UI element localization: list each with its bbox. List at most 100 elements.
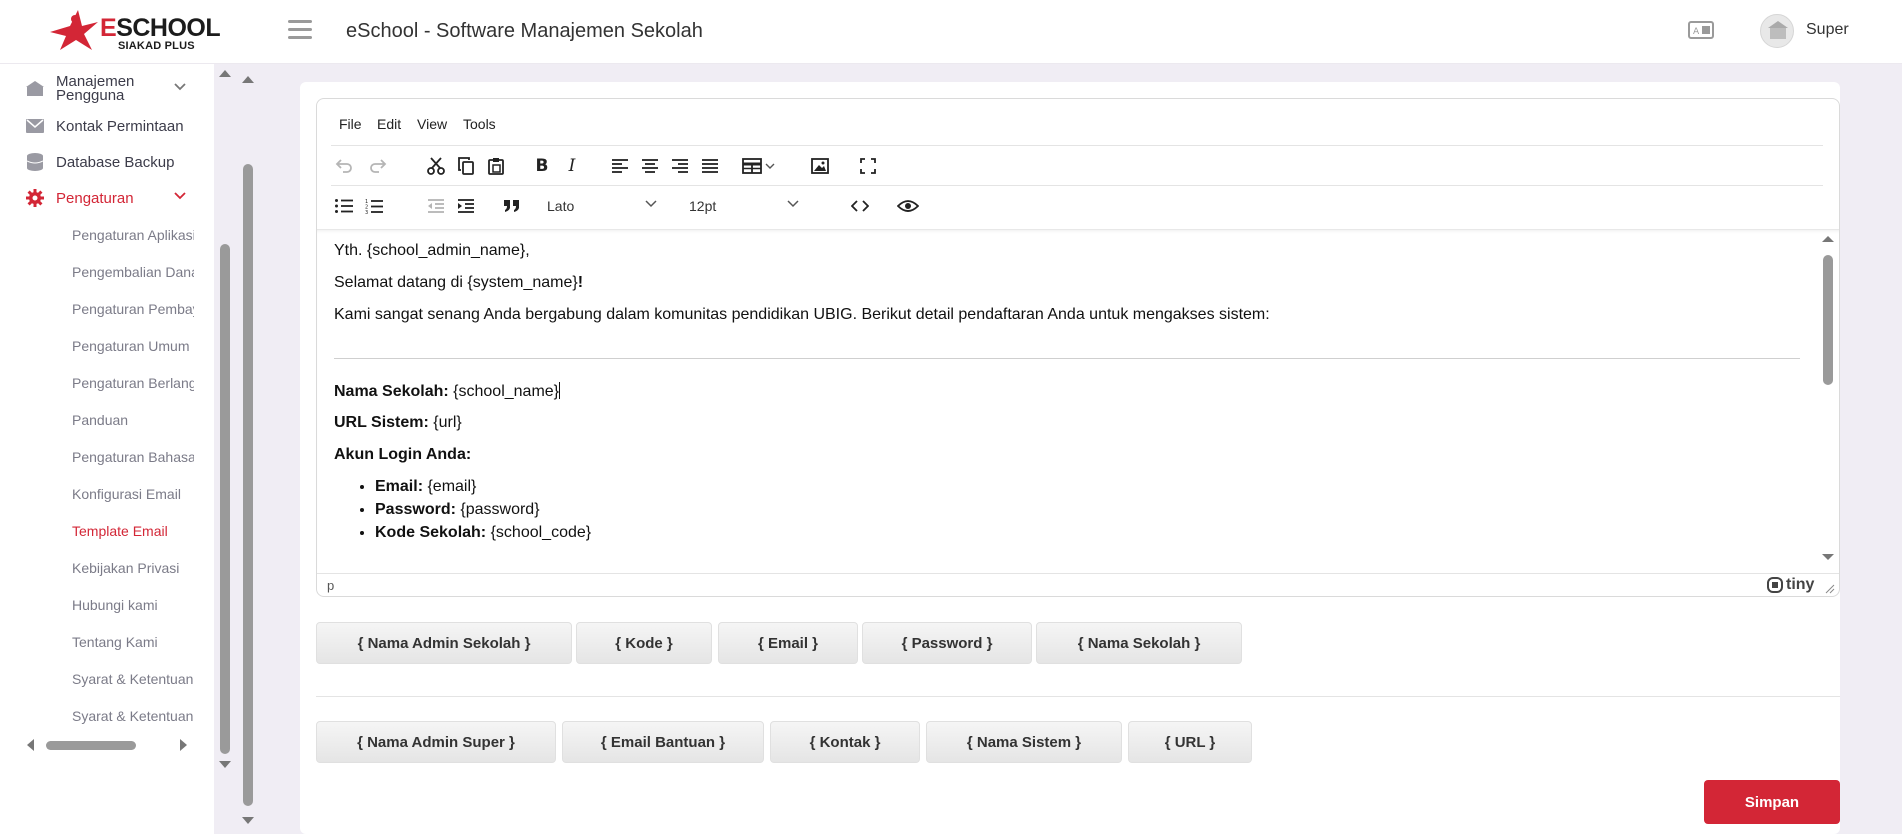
menu-file[interactable]: File bbox=[339, 116, 362, 132]
eschool-logo[interactable]: ESCHOOL SIAKAD PLUS bbox=[48, 8, 221, 54]
blockquote-icon[interactable] bbox=[499, 194, 525, 218]
scrollbar-thumb[interactable] bbox=[243, 164, 253, 806]
email-intro: Kami sangat senang Anda bergabung dalam … bbox=[334, 306, 1270, 323]
align-left-icon[interactable] bbox=[607, 154, 633, 178]
sidebar: Manajemen Pengguna Kontak Permintaan Dat… bbox=[0, 64, 214, 834]
redo-icon[interactable] bbox=[365, 154, 391, 178]
font-family-value: Lato bbox=[547, 198, 575, 214]
placeholder-password-button[interactable]: { Password } bbox=[862, 622, 1032, 664]
scroll-down-arrow-icon[interactable] bbox=[218, 760, 232, 770]
copy-icon[interactable] bbox=[453, 154, 479, 178]
font-size-value: 12pt bbox=[689, 198, 717, 214]
user-name[interactable]: Super bbox=[1806, 21, 1849, 39]
align-center-icon[interactable] bbox=[637, 154, 663, 178]
sidebar-subitem-pengaturan-umum[interactable]: Pengaturan Umum bbox=[72, 338, 194, 354]
bold-icon[interactable]: B bbox=[529, 154, 555, 178]
sidebar-subitem-konfigurasi-email[interactable]: Konfigurasi Email bbox=[72, 486, 194, 502]
numbered-list-icon[interactable]: 123 bbox=[361, 194, 387, 218]
element-path[interactable]: p bbox=[327, 578, 334, 593]
save-button[interactable]: Simpan bbox=[1704, 780, 1840, 824]
placeholder-url-button[interactable]: { URL } bbox=[1128, 721, 1252, 763]
font-family-select[interactable]: Lato bbox=[539, 192, 667, 220]
sidebar-subitem-pengaturan-pembayaran[interactable]: Pengaturan Pembayaran bbox=[72, 301, 194, 317]
editor-toolbar-row-1: B I bbox=[331, 145, 1823, 185]
scroll-up-arrow-icon[interactable] bbox=[1821, 235, 1835, 243]
sidebar-item-manajemen-pengguna[interactable]: Manajemen Pengguna bbox=[0, 72, 200, 106]
welcome-exclaim: ! bbox=[577, 274, 584, 291]
menu-tools[interactable]: Tools bbox=[463, 116, 496, 132]
scrollbar-thumb[interactable] bbox=[1823, 255, 1833, 385]
scroll-right-arrow-icon[interactable] bbox=[178, 738, 188, 752]
page-vertical-scrollbar[interactable] bbox=[240, 64, 256, 834]
scroll-left-arrow-icon[interactable] bbox=[26, 738, 36, 752]
login-item-value: {school_code} bbox=[486, 524, 592, 541]
resize-handle-icon[interactable] bbox=[1825, 584, 1835, 594]
email-greeting: Yth. {school_admin_name}, bbox=[334, 242, 530, 259]
bullet-list-icon[interactable] bbox=[331, 194, 357, 218]
undo-icon[interactable] bbox=[331, 154, 357, 178]
editor-vertical-scrollbar[interactable] bbox=[1819, 229, 1837, 569]
paste-icon[interactable] bbox=[483, 154, 509, 178]
placeholder-nama-sekolah-button[interactable]: { Nama Sekolah } bbox=[1036, 622, 1242, 664]
placeholder-kontak-button[interactable]: { Kontak } bbox=[770, 721, 920, 763]
sidebar-subitem-panduan[interactable]: Panduan bbox=[72, 412, 194, 428]
scroll-up-arrow-icon[interactable] bbox=[218, 68, 232, 78]
svg-text:3: 3 bbox=[365, 210, 368, 214]
url-label: URL Sistem: bbox=[334, 414, 429, 431]
logo-tagline: SIAKAD PLUS bbox=[118, 40, 195, 52]
menu-edit[interactable]: Edit bbox=[377, 116, 401, 132]
scroll-down-arrow-icon[interactable] bbox=[1821, 553, 1835, 561]
sidebar-item-pengaturan[interactable]: Pengaturan bbox=[0, 186, 200, 210]
cut-icon[interactable] bbox=[423, 154, 449, 178]
font-size-select[interactable]: 12pt bbox=[681, 192, 809, 220]
login-item-label: Kode Sekolah: bbox=[375, 524, 487, 541]
sidebar-item-database-backup[interactable]: Database Backup bbox=[0, 150, 200, 174]
placeholder-nama-sistem-button[interactable]: { Nama Sistem } bbox=[926, 721, 1122, 763]
sidebar-subitem-pengaturan-berlangganan[interactable]: Pengaturan Berlangganan bbox=[72, 375, 194, 391]
chevron-down-icon bbox=[645, 200, 657, 208]
login-item-label: Email: bbox=[375, 478, 424, 495]
tiny-brand[interactable]: tiny bbox=[1767, 576, 1814, 594]
source-code-icon[interactable] bbox=[847, 194, 873, 218]
language-icon[interactable]: A bbox=[1688, 20, 1714, 40]
sidebar-subitem-tentang-kami[interactable]: Tentang Kami bbox=[72, 634, 194, 650]
placeholder-kode-button[interactable]: { Kode } bbox=[576, 622, 712, 664]
scrollbar-thumb[interactable] bbox=[220, 244, 230, 754]
scrollbar-thumb[interactable] bbox=[46, 741, 136, 750]
sidebar-subitem-template-email[interactable]: Template Email bbox=[72, 523, 194, 539]
preview-eye-icon[interactable] bbox=[895, 194, 921, 218]
sidebar-subitem-kebijakan-privasi[interactable]: Kebijakan Privasi bbox=[72, 560, 194, 576]
login-item-label: Password: bbox=[375, 501, 456, 518]
table-icon[interactable] bbox=[739, 154, 779, 178]
sidebar-subitem-hubungi-kami[interactable]: Hubungi kami bbox=[72, 597, 194, 613]
sidebar-subitem-pengaturan-aplikasi[interactable]: Pengaturan Aplikasi bbox=[72, 227, 194, 243]
indent-icon[interactable] bbox=[453, 194, 479, 218]
align-right-icon[interactable] bbox=[667, 154, 693, 178]
sidebar-subitem-syarat-ketentuan[interactable]: Syarat & Ketentuan bbox=[72, 671, 194, 687]
fullscreen-icon[interactable] bbox=[855, 154, 881, 178]
hamburger-icon[interactable] bbox=[288, 20, 312, 40]
sidebar-subitem-pengembalian-dana[interactable]: Pengembalian Dana bbox=[72, 264, 194, 280]
page-title: eSchool - Software Manajemen Sekolah bbox=[346, 20, 703, 42]
email-url-line: URL Sistem: {url} bbox=[334, 414, 462, 432]
placeholder-nama-admin-sekolah-button[interactable]: { Nama Admin Sekolah } bbox=[316, 622, 572, 664]
editor-content[interactable]: Yth. {school_admin_name}, Selamat datang… bbox=[317, 229, 1839, 569]
placeholder-email-button[interactable]: { Email } bbox=[718, 622, 858, 664]
chevron-down-icon bbox=[174, 192, 186, 200]
scroll-down-arrow-icon[interactable] bbox=[241, 816, 255, 826]
sidebar-subitem-pengaturan-bahasa[interactable]: Pengaturan Bahasa bbox=[72, 449, 194, 465]
placeholder-email-bantuan-button[interactable]: { Email Bantuan } bbox=[562, 721, 764, 763]
scroll-up-arrow-icon[interactable] bbox=[241, 74, 255, 84]
italic-icon[interactable]: I bbox=[559, 154, 585, 178]
image-icon[interactable] bbox=[807, 154, 833, 178]
align-justify-icon[interactable] bbox=[697, 154, 723, 178]
menu-view[interactable]: View bbox=[417, 116, 447, 132]
outdent-icon[interactable] bbox=[423, 194, 449, 218]
sidebar-subitem-syarat-ketentuan-2[interactable]: Syarat & Ketentuan bbox=[72, 708, 194, 724]
sidebar-horizontal-scrollbar[interactable] bbox=[24, 738, 188, 752]
placeholder-nama-admin-super-button[interactable]: { Nama Admin Super } bbox=[316, 721, 556, 763]
mail-icon bbox=[24, 117, 46, 135]
avatar[interactable] bbox=[1760, 14, 1794, 48]
sidebar-item-kontak-permintaan[interactable]: Kontak Permintaan bbox=[0, 114, 200, 138]
sidebar-vertical-scrollbar[interactable] bbox=[218, 64, 232, 768]
